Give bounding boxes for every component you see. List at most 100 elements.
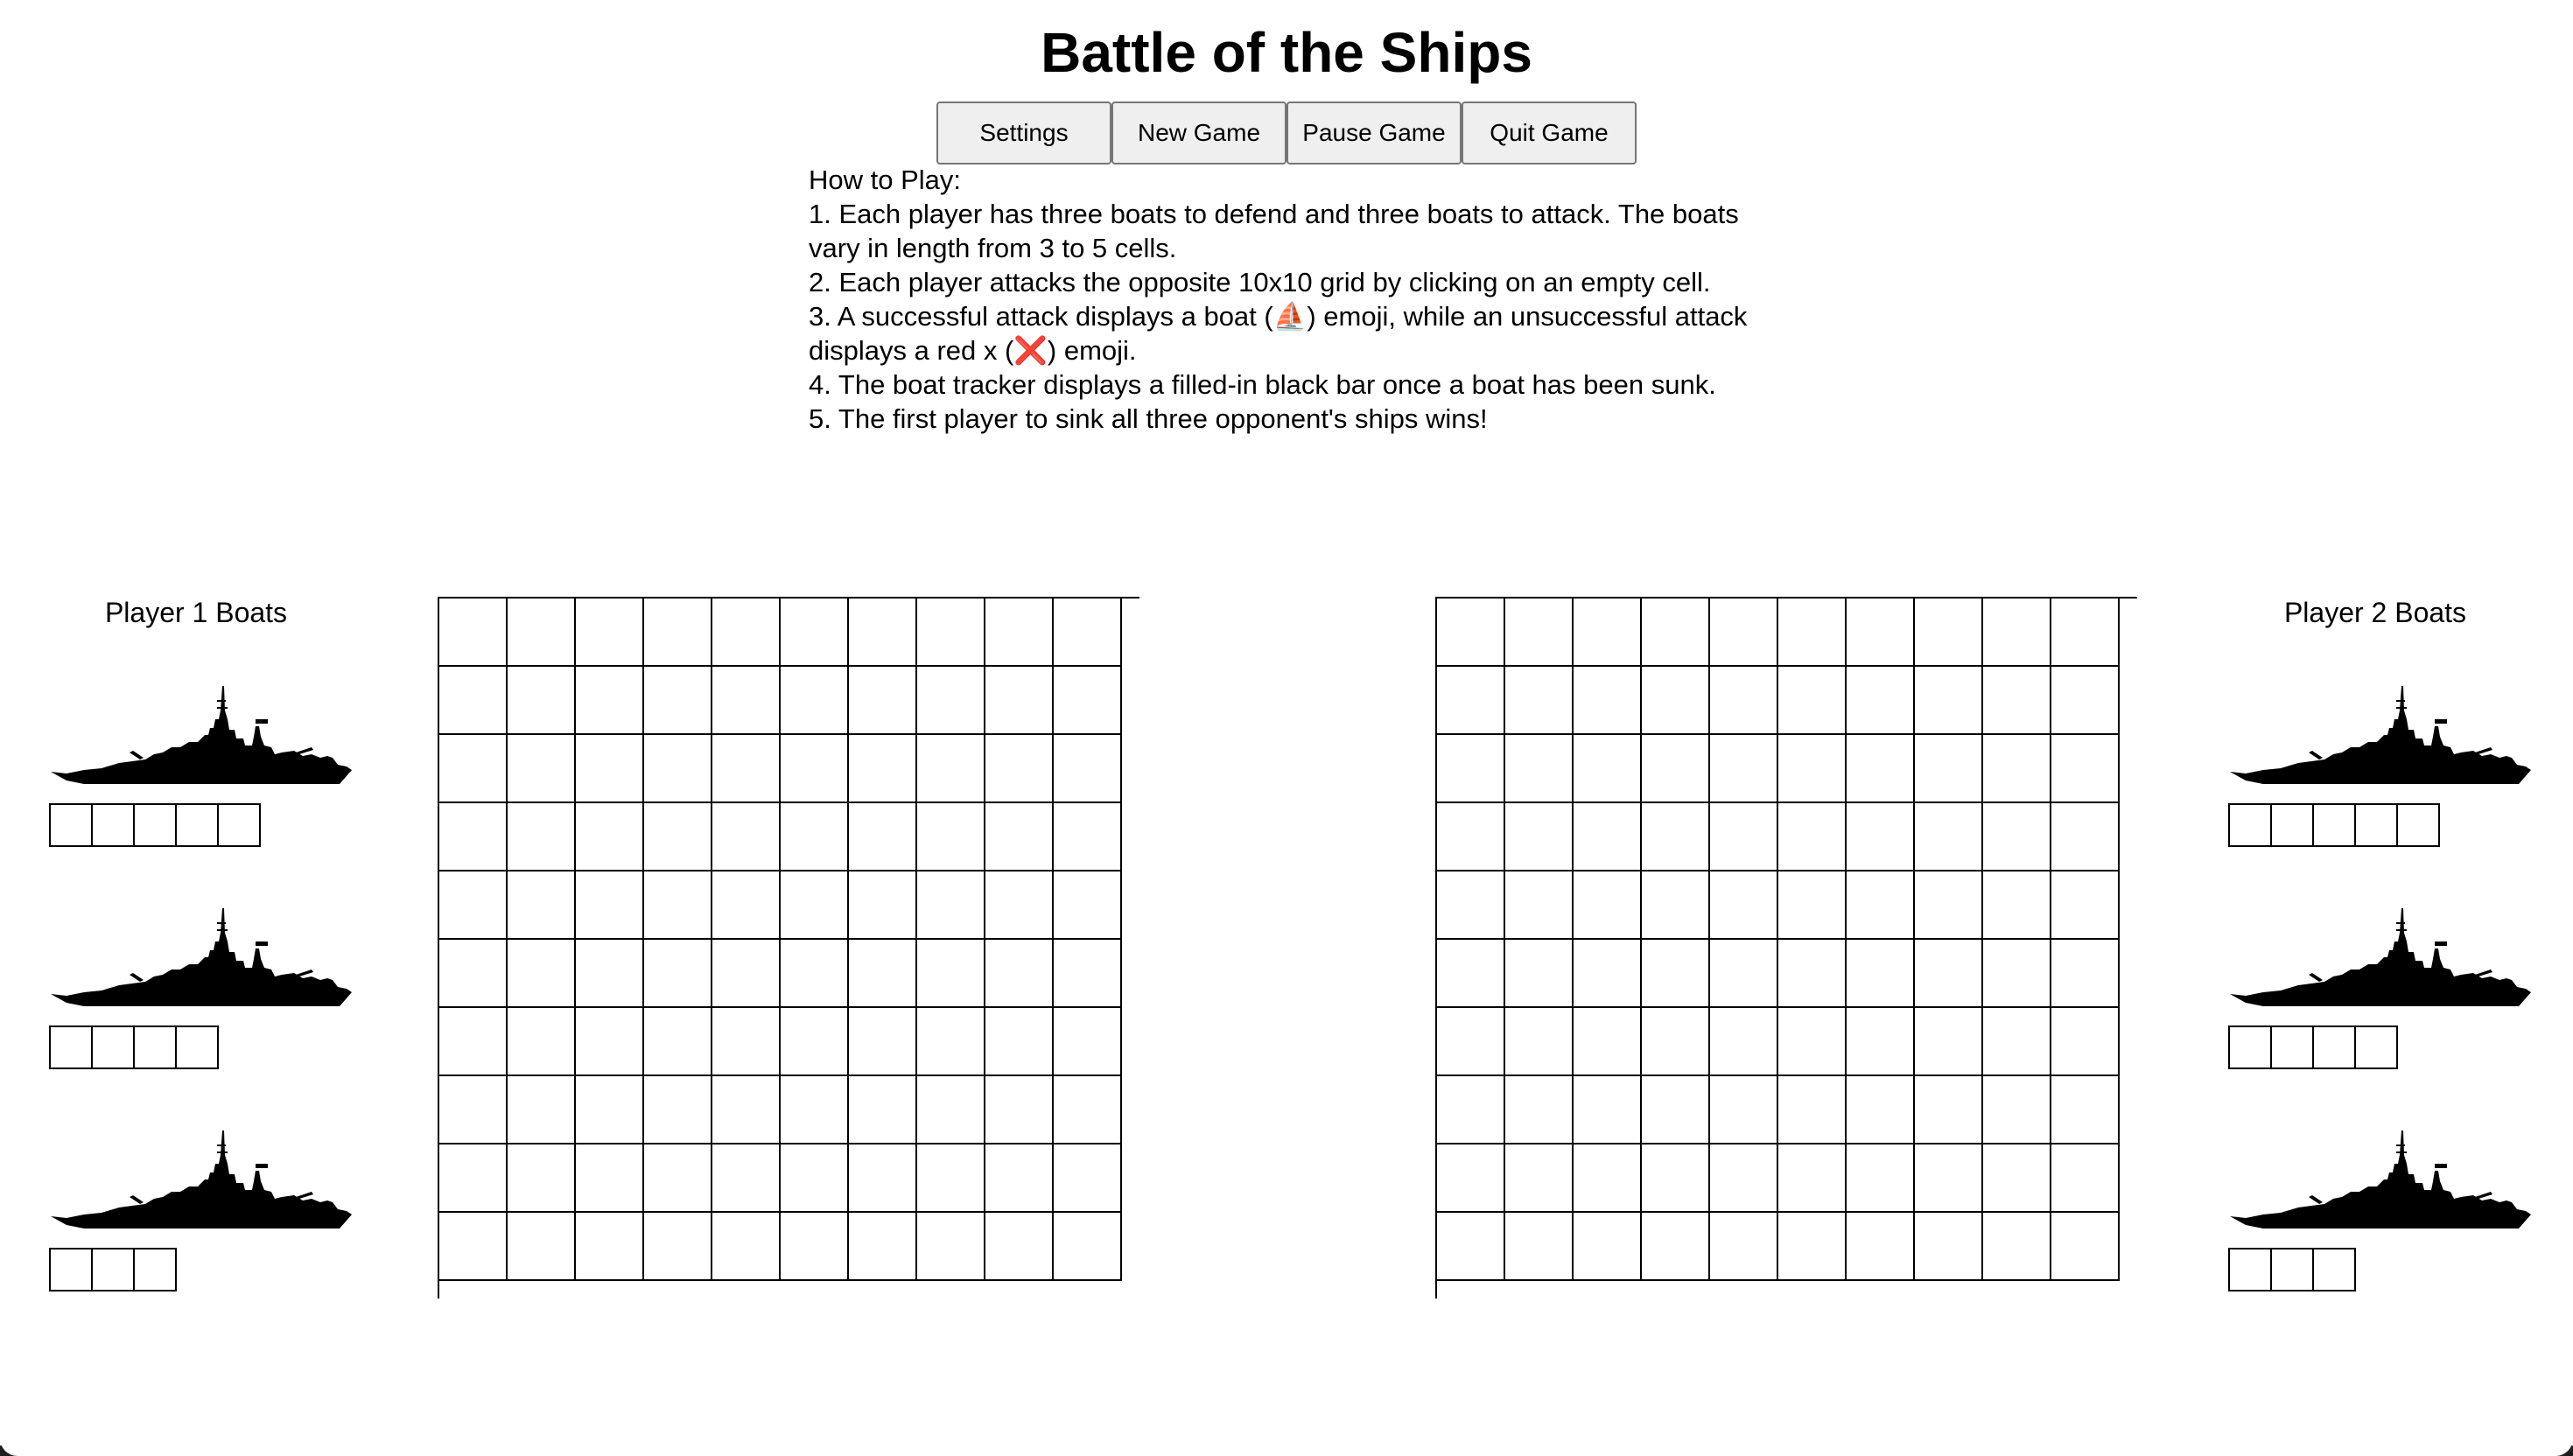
grid-cell[interactable] — [576, 1076, 644, 1144]
grid-cell[interactable] — [2051, 667, 2120, 735]
grid-cell[interactable] — [2051, 1144, 2120, 1213]
grid-cell[interactable] — [1574, 803, 1642, 872]
grid-cell[interactable] — [1505, 872, 1574, 940]
grid-cell[interactable] — [439, 667, 508, 735]
grid-cell[interactable] — [781, 1076, 849, 1144]
grid-cell[interactable] — [781, 667, 849, 735]
grid-cell[interactable] — [1915, 1008, 1983, 1076]
grid-cell[interactable] — [1642, 667, 1710, 735]
grid-cell[interactable] — [1983, 598, 2051, 667]
grid-cell[interactable] — [576, 1144, 644, 1213]
grid-cell[interactable] — [712, 735, 781, 803]
grid-cell[interactable] — [1505, 1076, 1574, 1144]
grid-cell[interactable] — [712, 667, 781, 735]
grid-cell[interactable] — [1710, 940, 1778, 1008]
grid-cell[interactable] — [1778, 598, 1847, 667]
grid-cell[interactable] — [1642, 1144, 1710, 1213]
grid-cell[interactable] — [1983, 872, 2051, 940]
grid-cell[interactable] — [576, 735, 644, 803]
grid-cell[interactable] — [1574, 940, 1642, 1008]
grid-cell[interactable] — [849, 735, 917, 803]
grid-cell[interactable] — [1437, 803, 1505, 872]
grid-cell[interactable] — [849, 598, 917, 667]
grid-cell[interactable] — [508, 598, 576, 667]
grid-cell[interactable] — [781, 598, 849, 667]
grid-cell[interactable] — [712, 1008, 781, 1076]
grid-cell[interactable] — [1778, 872, 1847, 940]
grid-cell[interactable] — [917, 940, 985, 1008]
grid-cell[interactable] — [712, 1144, 781, 1213]
grid-cell[interactable] — [1437, 598, 1505, 667]
grid-cell[interactable] — [1574, 1008, 1642, 1076]
grid-cell[interactable] — [576, 1213, 644, 1281]
grid-cell[interactable] — [439, 940, 508, 1008]
grid-cell[interactable] — [1710, 872, 1778, 940]
grid-cell[interactable] — [985, 872, 1054, 940]
grid-cell[interactable] — [2051, 1076, 2120, 1144]
grid-cell[interactable] — [1847, 1008, 1915, 1076]
grid-cell[interactable] — [1983, 940, 2051, 1008]
grid-cell[interactable] — [1983, 735, 2051, 803]
grid-cell[interactable] — [849, 667, 917, 735]
grid-cell[interactable] — [1778, 803, 1847, 872]
grid-cell[interactable] — [1574, 1076, 1642, 1144]
grid-cell[interactable] — [1710, 1213, 1778, 1281]
grid-cell[interactable] — [1778, 1008, 1847, 1076]
grid-cell[interactable] — [1778, 1144, 1847, 1213]
grid-cell[interactable] — [1505, 735, 1574, 803]
grid-cell[interactable] — [2051, 598, 2120, 667]
grid-cell[interactable] — [1437, 1213, 1505, 1281]
grid-cell[interactable] — [712, 598, 781, 667]
grid-cell[interactable] — [1847, 1144, 1915, 1213]
grid-cell[interactable] — [1054, 1213, 1122, 1281]
grid-cell[interactable] — [849, 1213, 917, 1281]
grid-cell[interactable] — [1983, 1008, 2051, 1076]
grid-cell[interactable] — [439, 1008, 508, 1076]
grid-cell[interactable] — [2051, 803, 2120, 872]
grid-cell[interactable] — [1915, 735, 1983, 803]
grid-cell[interactable] — [2051, 1008, 2120, 1076]
grid-cell[interactable] — [1847, 1213, 1915, 1281]
grid-cell[interactable] — [917, 803, 985, 872]
grid-cell[interactable] — [1437, 940, 1505, 1008]
grid-cell[interactable] — [712, 1076, 781, 1144]
grid-cell[interactable] — [917, 1076, 985, 1144]
grid-cell[interactable] — [1574, 1144, 1642, 1213]
grid-cell[interactable] — [1710, 598, 1778, 667]
grid-cell[interactable] — [917, 1213, 985, 1281]
grid-cell[interactable] — [1847, 803, 1915, 872]
grid-cell[interactable] — [1505, 1213, 1574, 1281]
grid-cell[interactable] — [985, 1076, 1054, 1144]
grid-cell[interactable] — [849, 1076, 917, 1144]
grid-cell[interactable] — [576, 803, 644, 872]
grid-cell[interactable] — [985, 940, 1054, 1008]
grid-cell[interactable] — [712, 1213, 781, 1281]
grid-cell[interactable] — [985, 735, 1054, 803]
grid-cell[interactable] — [1710, 667, 1778, 735]
grid-cell[interactable] — [439, 1213, 508, 1281]
grid-cell[interactable] — [1915, 1076, 1983, 1144]
grid-cell[interactable] — [849, 940, 917, 1008]
grid-cell[interactable] — [1915, 1213, 1983, 1281]
grid-cell[interactable] — [1915, 1144, 1983, 1213]
grid-cell[interactable] — [1983, 1213, 2051, 1281]
grid-cell[interactable] — [644, 735, 712, 803]
grid-cell[interactable] — [508, 667, 576, 735]
grid-cell[interactable] — [917, 872, 985, 940]
grid-cell[interactable] — [508, 1144, 576, 1213]
grid-cell[interactable] — [781, 1213, 849, 1281]
grid-cell[interactable] — [1574, 872, 1642, 940]
grid-cell[interactable] — [1778, 1213, 1847, 1281]
grid-cell[interactable] — [1505, 598, 1574, 667]
grid-cell[interactable] — [1710, 803, 1778, 872]
grid-cell[interactable] — [1437, 872, 1505, 940]
grid-cell[interactable] — [1847, 1076, 1915, 1144]
grid-cell[interactable] — [985, 1213, 1054, 1281]
grid-cell[interactable] — [1642, 940, 1710, 1008]
grid-cell[interactable] — [1054, 735, 1122, 803]
grid-cell[interactable] — [1437, 735, 1505, 803]
grid-cell[interactable] — [849, 1008, 917, 1076]
grid-cell[interactable] — [1437, 1008, 1505, 1076]
grid-cell[interactable] — [644, 803, 712, 872]
grid-cell[interactable] — [917, 1144, 985, 1213]
